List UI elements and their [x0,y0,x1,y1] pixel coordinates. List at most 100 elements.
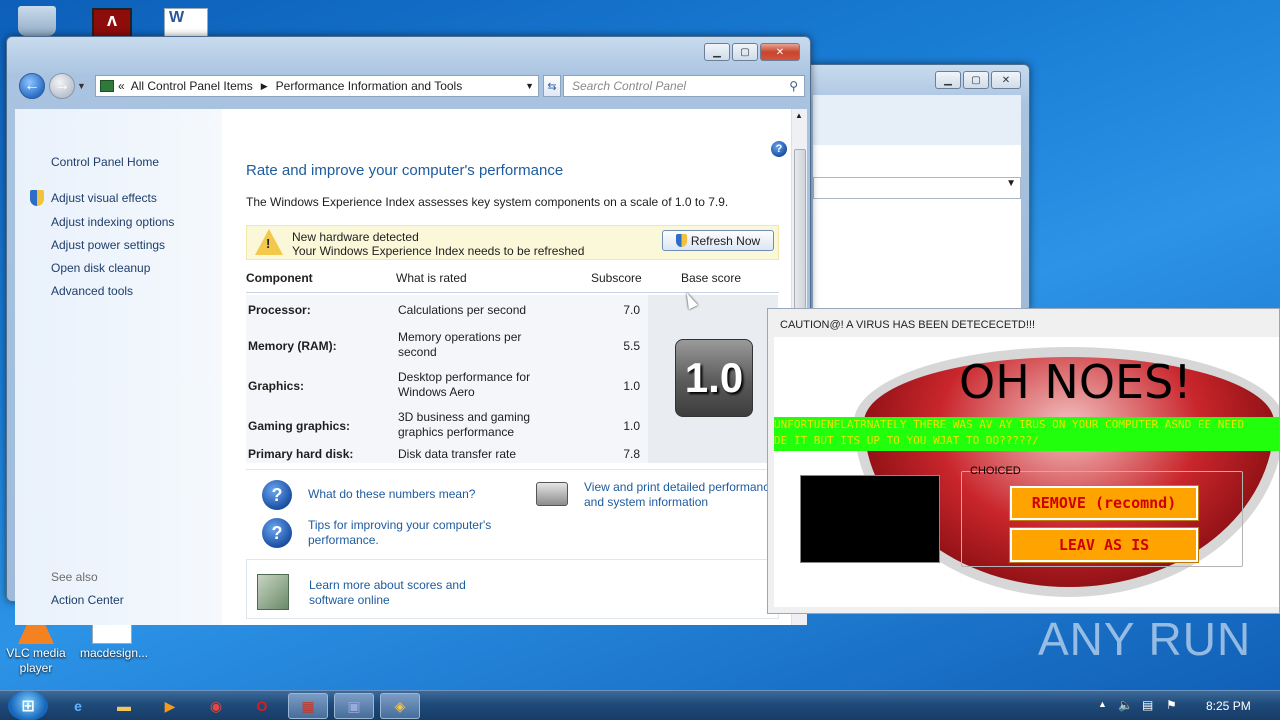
start-button[interactable]: ⊞ [8,691,48,720]
row-subscore: 1.0 [623,419,640,433]
row-component: Gaming graphics: [248,419,351,433]
recycle-bin-icon[interactable] [18,6,56,36]
clock[interactable]: 8:25 PM [1206,699,1251,713]
question-icon: ? [262,518,292,548]
leftnav-link-indexing[interactable]: Adjust indexing options [51,215,174,229]
row-component: Primary hard disk: [248,447,354,461]
black-image-box [800,475,940,563]
window-content: Control Panel Home Adjust visual effects… [15,109,807,625]
control-panel-home-link[interactable]: Control Panel Home [51,155,159,169]
learn-more-link[interactable]: Learn more about scores and software onl… [309,578,489,608]
volume-icon[interactable]: 🔈 [1118,698,1133,712]
address-bar[interactable]: « All Control Panel Items ▶ Performance … [95,75,539,97]
maximize-button[interactable]: ▢ [963,71,989,89]
refresh-now-label: Refresh Now [690,233,761,248]
score-table: Processor: Calculations per second 7.0 M… [246,295,779,463]
row-what: 3D business and gaming graphics performa… [398,410,531,439]
action-center-flag-icon[interactable]: ⚑ [1166,698,1177,712]
forward-button[interactable]: → [49,73,75,99]
network-icon[interactable]: ▤ [1142,698,1153,712]
address-dropdown-icon[interactable]: ▼ [525,81,534,91]
action-center-link[interactable]: Action Center [51,593,124,607]
window-controls: ▁ ▢ ✕ [702,43,800,61]
background-window-controls: ▁ ▢ ✕ [933,71,1021,89]
show-hidden-icons-icon[interactable]: ▲ [1098,699,1107,709]
media-player-icon[interactable]: ▶ [150,693,190,719]
virus-popup-window[interactable]: CAUTION@! A VIRUS HAS BEEN DETECECETD!!!… [767,308,1280,614]
system-tray: ▲ 🔈 ▤ ⚑ 8:25 PM [1090,691,1280,720]
minimize-button[interactable]: ▁ [935,71,961,89]
remove-button[interactable]: REMOVE (recomnd) [1009,485,1199,521]
word-document-icon[interactable]: W [164,8,208,38]
software-box-icon [257,574,289,610]
column-header-subscore: Subscore [591,271,642,285]
background-combo[interactable]: ▼ [813,177,1021,199]
base-score-badge: 1.0 [675,339,753,417]
background-window[interactable]: ▁ ▢ ✕ ▼ [806,64,1030,312]
refresh-now-button[interactable]: Refresh Now [662,230,774,251]
help-icon[interactable]: ? [771,141,787,157]
search-input[interactable]: Search Control Panel ⚲ [563,75,805,97]
back-button[interactable]: ← [19,73,45,99]
taskbar: ⊞ e ▬ ▶ ◉ O ▦ ▣ ◈ ▲ 🔈 ▤ ⚑ 8:25 PM [0,690,1280,720]
minimize-button[interactable]: ▁ [704,43,730,61]
search-icon[interactable]: ⚲ [789,79,798,93]
refresh-icon[interactable]: ⇆ [543,75,561,97]
file-explorer-icon[interactable]: ▬ [104,693,144,719]
leftnav-link-visual-effects[interactable]: Adjust visual effects [51,191,157,205]
printer-icon [536,482,568,506]
winrar-task-icon[interactable]: ▦ [288,693,328,719]
print-details-link[interactable]: View and print detailed performance and … [584,480,780,510]
column-header-base-score: Base score [681,271,742,285]
ticker-line: DE IT BUT ITS UP TO YOU WJAT TO DO?????/ [774,434,1039,447]
leftnav-link-advanced-tools[interactable]: Advanced tools [51,284,133,298]
what-numbers-mean-link[interactable]: What do these numbers mean? [308,487,475,502]
recent-pages-dropdown-icon[interactable]: ▼ [77,81,86,91]
row-subscore: 5.5 [623,339,640,353]
table-row: Gaming graphics: 3D business and gaming … [246,405,648,445]
table-row: Primary hard disk: Disk data transfer ra… [246,445,648,463]
acrobat-icon[interactable]: ᴧ [92,8,132,38]
row-component: Memory (RAM): [248,339,337,353]
chrome-icon[interactable]: ◉ [196,693,236,719]
internet-explorer-icon[interactable]: e [58,693,98,719]
tips-link[interactable]: Tips for improving your computer's perfo… [308,518,518,548]
row-subscore: 7.0 [623,303,640,317]
desktop-icon-label: macdesign... [80,646,149,660]
anyrun-watermark: ANY RUN [1038,613,1252,665]
choice-groupbox: CHOICED REMOVE (recomnd) LEAV AS IS [961,465,1243,567]
control-panel-task-icon[interactable]: ▣ [334,693,374,719]
scroll-up-icon[interactable]: ▲ [795,111,803,120]
close-button[interactable]: ✕ [991,71,1021,89]
table-row: Graphics: Desktop performance for Window… [246,365,648,405]
opera-icon[interactable]: O [242,693,282,719]
virus-app-task-icon[interactable]: ◈ [380,693,420,719]
leave-as-is-button[interactable]: LEAV AS IS [1009,527,1199,563]
intro-text: The Windows Experience Index assesses ke… [246,195,729,209]
popup-body: OH NOES! UNFORTUENELATRNATELY THERE WAS … [774,337,1279,607]
control-panel-window[interactable]: ▁ ▢ ✕ ← → ▼ « All Control Panel Items ▶ … [6,36,811,625]
help-links: ? What do these numbers mean? ? Tips for… [246,469,779,557]
control-panel-icon [100,80,114,92]
table-row: Memory (RAM): Memory operations per seco… [246,325,648,365]
popup-headline: OH NOES! [959,355,1192,409]
uac-shield-icon [675,234,687,247]
breadcrumb-item[interactable]: All Control Panel Items [131,79,253,93]
close-button[interactable]: ✕ [760,43,800,61]
banner-title: New hardware detected [292,230,419,244]
row-what: Memory operations per second [398,330,522,359]
row-subscore: 7.8 [623,447,640,461]
breadcrumb-item[interactable]: Performance Information and Tools [276,79,463,93]
groupbox-label: CHOICED [970,465,1021,477]
maximize-button[interactable]: ▢ [732,43,758,61]
navigation-bar: ← → ▼ « All Control Panel Items ▶ Perfor… [15,71,805,103]
column-header-what: What is rated [396,271,467,285]
breadcrumb-separator-icon: ▶ [260,80,268,91]
row-component: Processor: [248,303,311,317]
table-row: Processor: Calculations per second 7.0 [246,295,648,325]
background-toolbar [813,95,1021,145]
page-title: Rate and improve your computer's perform… [246,162,564,179]
breadcrumb-overflow-icon[interactable]: « [118,79,125,93]
leftnav-link-disk-cleanup[interactable]: Open disk cleanup [51,261,150,275]
leftnav-link-power[interactable]: Adjust power settings [51,238,165,252]
